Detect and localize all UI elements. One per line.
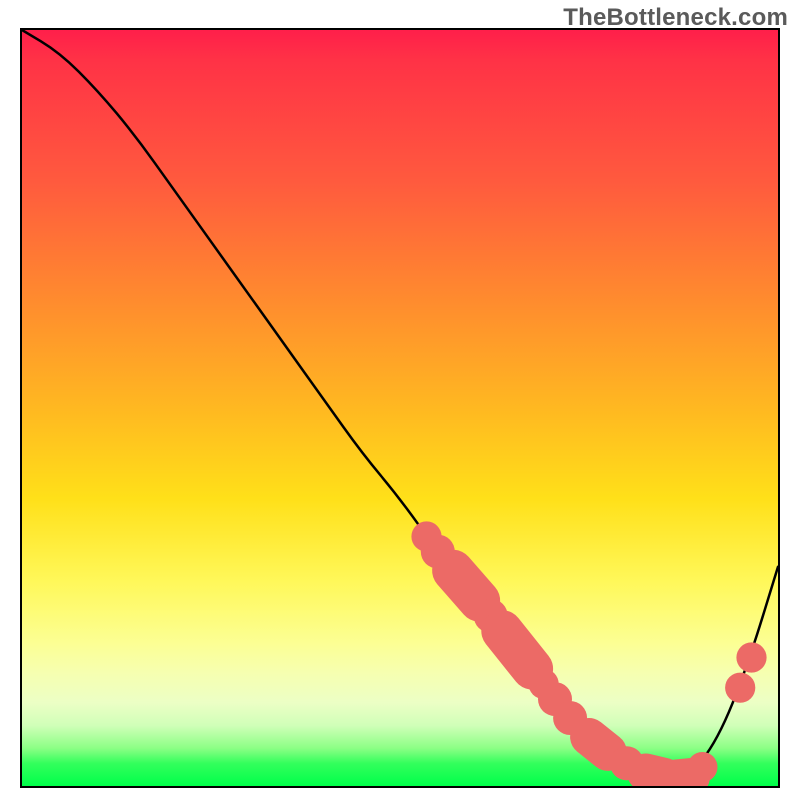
marker-dot (736, 642, 766, 672)
marker-dot (725, 673, 755, 703)
marker-dot (687, 752, 717, 782)
bottleneck-curve (22, 30, 778, 778)
chart-area (20, 28, 780, 788)
marker-capsule (453, 571, 480, 601)
marker-capsule (589, 737, 608, 752)
chart-svg (22, 30, 778, 786)
watermark-text: TheBottleneck.com (563, 4, 788, 32)
marker-capsule (502, 631, 532, 669)
marker-capsule (676, 777, 691, 779)
